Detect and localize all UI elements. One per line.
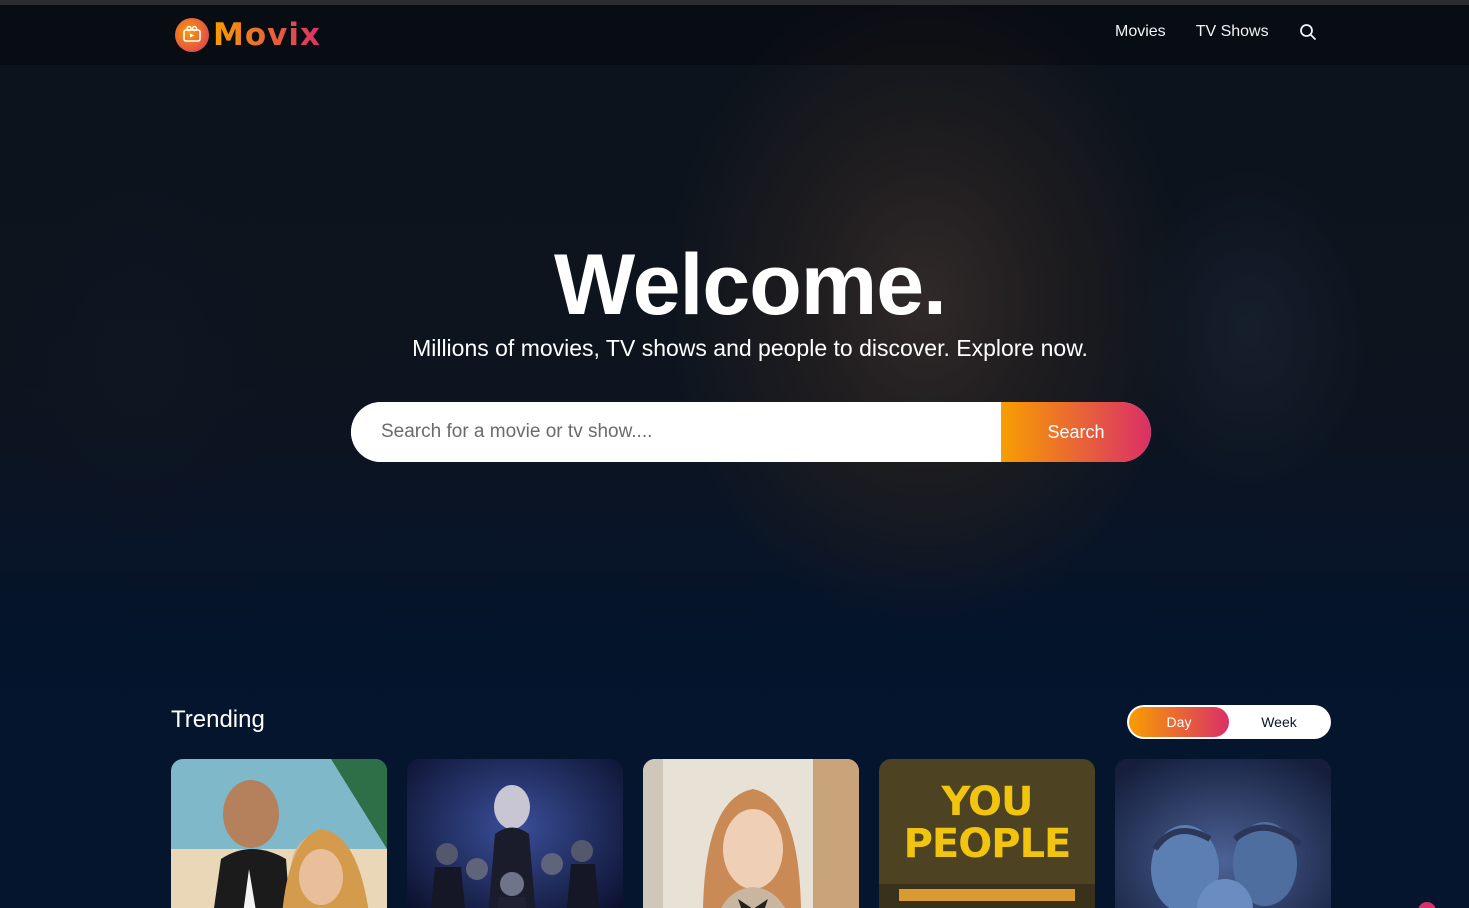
hero-title: Welcome. xyxy=(554,237,947,333)
trending-title: Trending xyxy=(171,706,265,733)
trending-carousel: YOU PEOPLE xyxy=(171,759,1351,908)
hero-search-bar: Search xyxy=(351,402,1151,462)
page: Movix Movies TV Shows Welcome. Millions … xyxy=(0,0,1469,908)
movie-card[interactable] xyxy=(1115,759,1331,908)
hero-subtitle: Millions of movies, TV shows and people … xyxy=(412,335,1088,361)
movie-poster xyxy=(1115,759,1331,908)
search-icon[interactable] xyxy=(1299,23,1317,41)
tab-week[interactable]: Week xyxy=(1229,707,1329,737)
trending-time-switch: Day Week xyxy=(1127,705,1331,739)
search-button[interactable]: Search xyxy=(1001,402,1151,462)
main-nav: Movies TV Shows xyxy=(1115,23,1317,41)
nav-movies[interactable]: Movies xyxy=(1115,23,1166,41)
logo[interactable]: Movix xyxy=(175,17,321,53)
logo-film-icon xyxy=(175,18,209,52)
movie-card[interactable]: YOU PEOPLE xyxy=(879,759,1095,908)
movie-card[interactable] xyxy=(171,759,387,908)
movie-card[interactable] xyxy=(643,759,859,908)
poster-title: YOU PEOPLE xyxy=(903,779,1072,867)
tab-day[interactable]: Day xyxy=(1129,707,1229,737)
logo-text: Movix xyxy=(213,17,321,53)
scroll-indicator[interactable] xyxy=(1418,902,1436,908)
hero-fade xyxy=(0,560,1469,710)
movie-poster xyxy=(407,759,623,908)
site-header: Movix Movies TV Shows xyxy=(0,5,1469,65)
search-input[interactable] xyxy=(351,402,1001,462)
movie-poster xyxy=(171,759,387,908)
nav-tv-shows[interactable]: TV Shows xyxy=(1196,23,1269,41)
movie-poster xyxy=(643,759,859,908)
movie-card[interactable] xyxy=(407,759,623,908)
